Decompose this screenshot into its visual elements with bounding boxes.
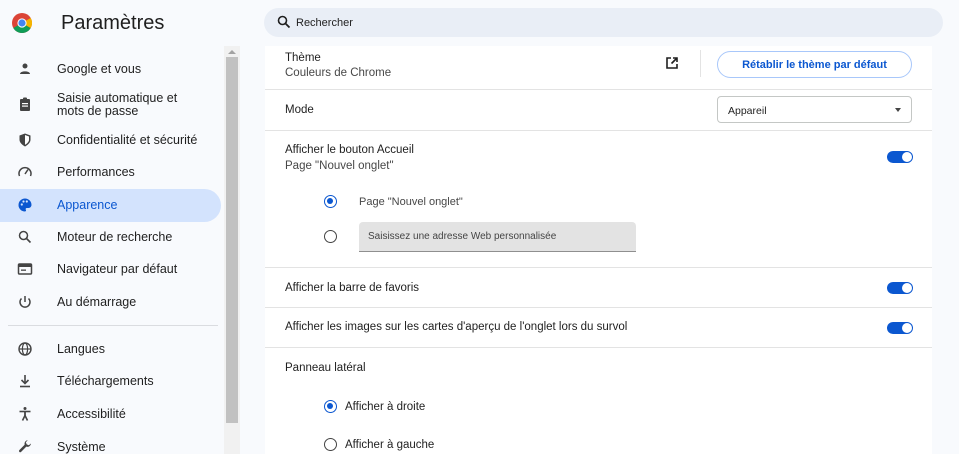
sidebar-item-label: Apparence bbox=[57, 198, 118, 212]
radio-side-panel-right-label: Afficher à droite bbox=[345, 401, 426, 413]
sidebar-item-google[interactable]: Google et vous bbox=[0, 53, 221, 86]
bookmarks-bar-label: Afficher la barre de favoris bbox=[285, 282, 420, 294]
vertical-divider bbox=[700, 50, 701, 77]
sidebar-item-startup[interactable]: Au démarrage bbox=[0, 286, 221, 319]
mode-row: Mode Appareil bbox=[265, 90, 932, 131]
person-icon bbox=[20, 63, 30, 74]
home-button-sublabel: Page "Nouvel onglet" bbox=[285, 160, 394, 172]
sidebar-item-label: Accessibilité bbox=[57, 407, 126, 421]
theme-value: Couleurs de Chrome bbox=[285, 67, 392, 79]
sidebar-item-label: Système bbox=[57, 440, 106, 454]
sidebar-item-appearance[interactable]: Apparence bbox=[0, 189, 221, 222]
globe-icon bbox=[18, 342, 32, 356]
tab-hover-images-row: Afficher les images sur les cartes d'ape… bbox=[265, 308, 932, 348]
wrench-icon bbox=[18, 440, 31, 453]
radio-custom-url[interactable] bbox=[324, 230, 337, 243]
search-icon bbox=[18, 230, 32, 244]
chevron-down-icon bbox=[895, 108, 901, 112]
sidebar-item-system[interactable]: Système bbox=[0, 431, 221, 454]
open-in-new-icon[interactable] bbox=[665, 56, 679, 70]
radio-side-panel-left[interactable] bbox=[324, 438, 337, 451]
accessibility-icon bbox=[19, 407, 31, 421]
sidebar-item-label: Téléchargements bbox=[57, 374, 154, 388]
appearance-card: Thème Couleurs de Chrome Rétablir le thè… bbox=[265, 46, 932, 454]
sidebar-item-search-engine[interactable]: Moteur de recherche bbox=[0, 221, 221, 254]
search-input[interactable] bbox=[296, 8, 916, 37]
search-icon bbox=[277, 15, 291, 29]
mode-select[interactable]: Appareil bbox=[717, 96, 912, 123]
sidebar-item-label: Navigateur par défaut bbox=[57, 262, 178, 276]
sidebar-scrollbar-thumb[interactable] bbox=[226, 57, 238, 423]
radio-new-tab-page[interactable] bbox=[324, 195, 337, 208]
side-panel-label: Panneau latéral bbox=[285, 362, 366, 374]
sidebar-item-downloads[interactable]: Téléchargements bbox=[0, 365, 221, 398]
bookmarks-bar-row: Afficher la barre de favoris bbox=[265, 268, 932, 308]
header: Paramètres bbox=[0, 0, 959, 46]
sidebar-item-label: Langues bbox=[57, 342, 105, 356]
custom-url-input[interactable] bbox=[359, 222, 636, 252]
sidebar-item-label: Moteur de recherche bbox=[57, 230, 173, 244]
home-button-label: Afficher le bouton Accueil bbox=[285, 144, 414, 156]
sidebar-item-label: Google et vous bbox=[57, 62, 142, 76]
sidebar-item-label: Saisie automatique et mots de passe bbox=[57, 90, 178, 118]
sidebar-item-privacy[interactable]: Confidentialité et sécurité bbox=[0, 124, 221, 157]
sidebar-item-accessibility[interactable]: Accessibilité bbox=[0, 398, 221, 431]
shield-icon bbox=[19, 133, 31, 147]
search-bar[interactable] bbox=[264, 8, 943, 37]
sidebar-divider bbox=[8, 325, 218, 326]
theme-label: Thème bbox=[285, 52, 321, 64]
scroll-up-arrow-icon[interactable] bbox=[228, 50, 236, 54]
sidebar-item-label: Confidentialité et sécurité bbox=[57, 133, 198, 147]
mode-select-value: Appareil bbox=[728, 105, 767, 117]
theme-row: Thème Couleurs de Chrome Rétablir le thè… bbox=[265, 46, 932, 90]
sidebar-item-default-browser[interactable]: Navigateur par défaut bbox=[0, 253, 221, 286]
bookmarks-bar-toggle[interactable] bbox=[887, 282, 913, 294]
browser-icon bbox=[17, 263, 33, 275]
app-title: Paramètres bbox=[61, 12, 165, 34]
radio-side-panel-right[interactable] bbox=[324, 400, 337, 413]
tab-hover-images-label: Afficher les images sur les cartes d'ape… bbox=[285, 321, 628, 333]
sidebar-item-label: Au démarrage bbox=[57, 295, 137, 309]
palette-icon bbox=[18, 198, 32, 212]
sidebar-item-languages[interactable]: Langues bbox=[0, 333, 221, 366]
sidebar: Google et vous Saisie automatique et mot… bbox=[0, 46, 222, 454]
tab-hover-images-toggle[interactable] bbox=[887, 322, 913, 334]
reset-theme-button[interactable]: Rétablir le thème par défaut bbox=[717, 51, 912, 78]
home-button-toggle[interactable] bbox=[887, 151, 913, 163]
speedometer-icon bbox=[18, 166, 32, 177]
sidebar-item-performance[interactable]: Performances bbox=[0, 156, 221, 189]
side-panel-section: Panneau latéral Afficher à droite Affich… bbox=[265, 348, 932, 454]
clipboard-icon bbox=[20, 97, 30, 111]
sidebar-item-label: Performances bbox=[57, 165, 135, 179]
chrome-logo-icon bbox=[12, 13, 32, 33]
mode-label: Mode bbox=[285, 104, 314, 116]
radio-new-tab-page-label: Page "Nouvel onglet" bbox=[359, 196, 463, 208]
download-icon bbox=[20, 375, 30, 388]
sidebar-item-autofill[interactable]: Saisie automatique et mots de passe bbox=[0, 88, 221, 121]
power-icon bbox=[19, 296, 31, 308]
radio-side-panel-left-label: Afficher à gauche bbox=[345, 439, 435, 451]
